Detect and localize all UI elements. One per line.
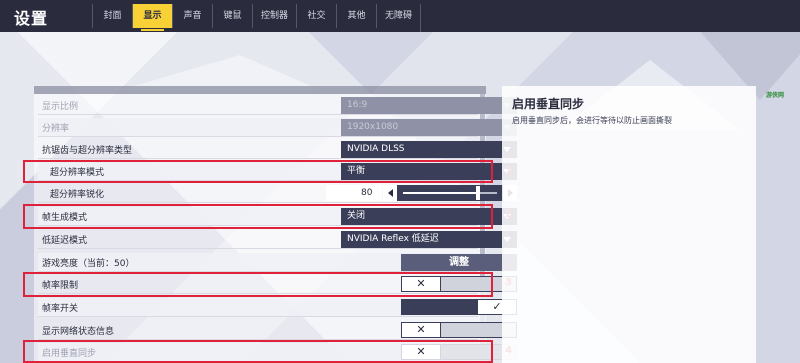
setting-row-brightness: 游戏亮度（当前：50） 调整	[38, 253, 517, 272]
tab-social[interactable]: 社交	[296, 4, 336, 28]
setting-label: 显示比例	[42, 102, 79, 112]
resolution-dropdown[interactable]: 1920x1080	[341, 119, 517, 136]
dropdown-value: NVIDIA Reflex 低延迟	[347, 234, 439, 244]
dropdown-value: NVIDIA DLSS	[347, 144, 405, 154]
aa-type-dropdown[interactable]: NVIDIA DLSS	[341, 141, 517, 158]
bg-shape	[120, 55, 320, 90]
aspect-ratio-dropdown[interactable]: 16:9	[341, 97, 517, 114]
decrease-button[interactable]	[383, 185, 397, 201]
setting-label: 抗锯齿与超分辨率类型	[42, 146, 133, 156]
tab-controller[interactable]: 控制器	[252, 4, 296, 28]
slider-track[interactable]	[403, 186, 497, 200]
dropdown-value: 1920x1080	[347, 122, 399, 132]
fps-toggle-switch[interactable]: ✓	[401, 299, 517, 315]
net-status-toggle[interactable]: ✕	[401, 322, 517, 338]
tab-accessibility[interactable]: 无障碍	[376, 4, 420, 28]
page-title: 设置	[14, 9, 49, 28]
sharpen-value: 80	[326, 185, 382, 201]
panel-header-strip	[34, 86, 486, 94]
tab-divider	[420, 4, 424, 32]
description-title: 启用垂直同步	[512, 97, 585, 111]
slider-fill	[403, 192, 479, 194]
top-bar: 设置 封面 显示 声音 键鼠 控制器 社交 其他 无障碍	[0, 0, 800, 32]
highlight-box	[23, 204, 493, 229]
slider-handle[interactable]	[476, 186, 481, 200]
description-body: 启用垂直同步后，会进行等待以防止画面撕裂	[512, 116, 672, 125]
setting-label: 超分辨率锐化	[50, 190, 105, 200]
highlight-box	[23, 272, 493, 297]
tab-keyboard-mouse[interactable]: 键鼠	[212, 4, 252, 28]
setting-label: 帧率开关	[42, 304, 79, 314]
dropdown-value: 16:9	[347, 100, 368, 110]
setting-row-aa-type: 抗锯齿与超分辨率类型 NVIDIA DLSS	[38, 140, 517, 159]
close-icon: ✕	[402, 323, 440, 337]
tab-cover[interactable]: 封面	[92, 4, 132, 28]
setting-row-aspect-ratio: 显示比例 16:9	[38, 96, 517, 115]
tab-other[interactable]: 其他	[336, 4, 376, 28]
description-panel: 启用垂直同步 启用垂直同步后，会进行等待以防止画面撕裂	[502, 86, 756, 363]
setting-label: 游戏亮度（当前：50）	[42, 259, 135, 269]
tab-bar: 封面 显示 声音 键鼠 控制器 社交 其他 无障碍	[92, 4, 424, 32]
setting-row-resolution: 分辨率 1920x1080	[38, 118, 517, 137]
tab-display[interactable]: 显示	[132, 4, 172, 31]
adjust-button[interactable]: 调整	[401, 254, 517, 271]
setting-row-low-latency: 低延迟模式 NVIDIA Reflex 低延迟	[38, 230, 517, 249]
highlight-box	[23, 340, 493, 363]
setting-label: 分辨率	[42, 124, 70, 134]
highlight-box	[23, 160, 493, 183]
setting-label: 显示网络状态信息	[42, 327, 115, 337]
arrow-left-icon	[387, 189, 393, 197]
setting-row-sr-sharpen: 超分辨率锐化 80	[38, 184, 517, 203]
setting-row-net-status: 显示网络状态信息 ✕	[38, 321, 517, 340]
watermark-logo: 游侠网	[766, 92, 785, 99]
toggle-track	[401, 300, 477, 314]
setting-label: 低延迟模式	[42, 236, 88, 246]
sharpen-slider[interactable]	[383, 185, 517, 201]
low-latency-dropdown[interactable]: NVIDIA Reflex 低延迟	[341, 231, 517, 248]
tab-sound[interactable]: 声音	[172, 4, 212, 28]
setting-row-fps-toggle: 帧率开关 ✓	[38, 298, 517, 317]
